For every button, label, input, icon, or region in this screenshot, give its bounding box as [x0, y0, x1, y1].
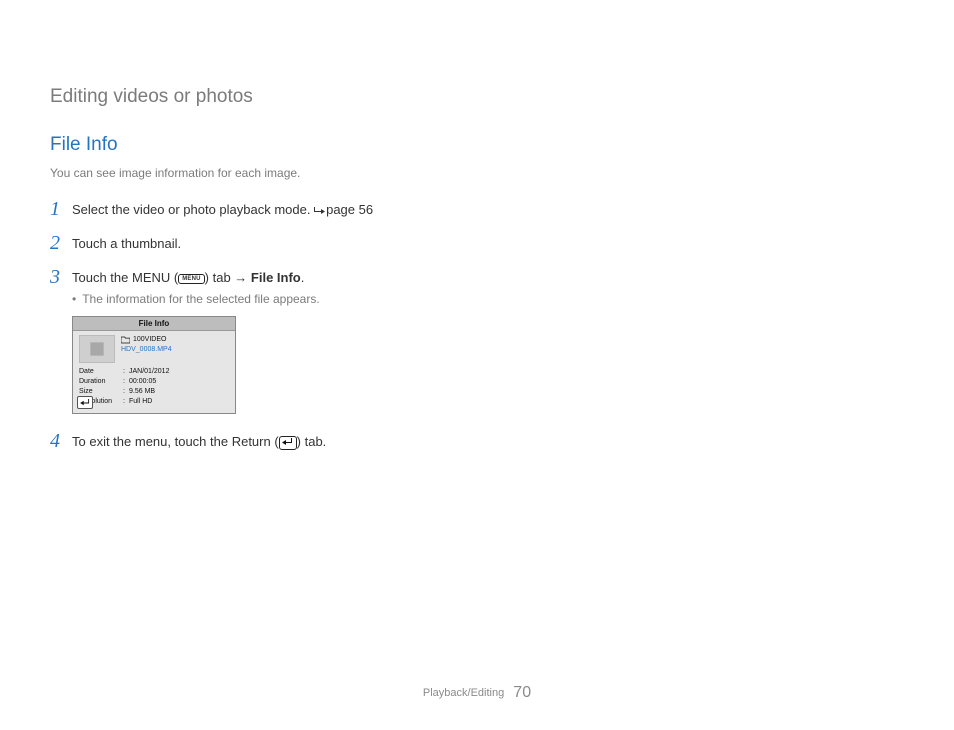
file-info-panel: File Info 100VIDEO HDV_0008.MP4: [72, 316, 236, 414]
return-icon: [279, 436, 297, 450]
file-location: 100VIDEO HDV_0008.MP4: [121, 335, 172, 363]
step-body: Select the video or photo playback mode.…: [72, 200, 373, 220]
folder-icon: [121, 336, 130, 344]
step-1: 1 Select the video or photo playback mod…: [50, 200, 904, 220]
table-row: Date:JAN/01/2012: [79, 367, 229, 377]
step-body: Touch the MENU (MENU) tab → File Info.: [72, 268, 304, 288]
row-value: 9.56 MB: [129, 387, 155, 397]
file-info-panel-wrap: File Info 100VIDEO HDV_0008.MP4: [72, 316, 904, 414]
step-number: 2: [50, 234, 72, 252]
panel-title: File Info: [73, 317, 235, 331]
step-4-text-b: ) tab.: [297, 434, 327, 449]
arrow-right-icon: →: [234, 270, 247, 285]
step-2-text: Touch a thumbnail.: [72, 234, 181, 254]
step-3: 3 Touch the MENU (MENU) tab → File Info.: [50, 268, 904, 288]
row-value: Full HD: [129, 397, 152, 407]
step-3-bold: File Info: [247, 270, 300, 285]
step-number: 4: [50, 432, 72, 450]
intro-text: You can see image information for each i…: [50, 166, 904, 180]
step-body: To exit the menu, touch the Return ( ) ta…: [72, 432, 326, 452]
image-icon: [87, 339, 107, 359]
chapter-title: Editing videos or photos: [50, 86, 904, 108]
bullet-icon: •: [72, 292, 76, 306]
page-ref: page 56: [326, 202, 373, 217]
section-heading: File Info: [50, 134, 904, 156]
page-footer: Playback/Editing 70: [0, 684, 954, 702]
row-label: Date: [79, 367, 123, 377]
step-4-text-a: To exit the menu, touch the Return (: [72, 434, 279, 449]
page-number: 70: [513, 684, 531, 701]
table-row: Resolution:Full HD: [79, 397, 229, 407]
return-button[interactable]: [77, 396, 93, 409]
step-3-sub-bullet: • The information for the selected file a…: [72, 292, 904, 306]
row-value: 00:00:05: [129, 377, 156, 387]
row-label: Duration: [79, 377, 123, 387]
info-table: Date:JAN/01/2012 Duration:00:00:05 Size:…: [79, 367, 229, 407]
step-3-text-b: ) tab: [205, 270, 235, 285]
step-number: 1: [50, 200, 72, 218]
step-number: 3: [50, 268, 72, 286]
panel-top-row: 100VIDEO HDV_0008.MP4: [79, 335, 229, 363]
step-4: 4 To exit the menu, touch the Return ( ) …: [50, 432, 904, 452]
return-arrow-icon: [80, 399, 91, 407]
step-2: 2 Touch a thumbnail.: [50, 234, 904, 254]
step-1-text: Select the video or photo playback mode.: [72, 202, 314, 217]
folder-name: 100VIDEO: [133, 335, 166, 345]
thumbnail-placeholder: [79, 335, 115, 363]
folder-row: 100VIDEO: [121, 335, 172, 345]
reference-arrow-icon: [314, 206, 326, 216]
step-3-text-a: Touch the MENU (: [72, 270, 178, 285]
table-row: Duration:00:00:05: [79, 377, 229, 387]
panel-body: 100VIDEO HDV_0008.MP4 Date:JAN/01/2012 D…: [73, 331, 235, 413]
menu-icon: MENU: [178, 274, 204, 284]
table-row: Size:9.56 MB: [79, 387, 229, 397]
step-3-sub-text: The information for the selected file ap…: [82, 292, 319, 306]
step-3-text-c: .: [301, 270, 305, 285]
file-name: HDV_0008.MP4: [121, 345, 172, 355]
row-value: JAN/01/2012: [129, 367, 169, 377]
page-content: Editing videos or photos File Info You c…: [0, 0, 954, 730]
footer-section: Playback/Editing: [423, 687, 504, 699]
